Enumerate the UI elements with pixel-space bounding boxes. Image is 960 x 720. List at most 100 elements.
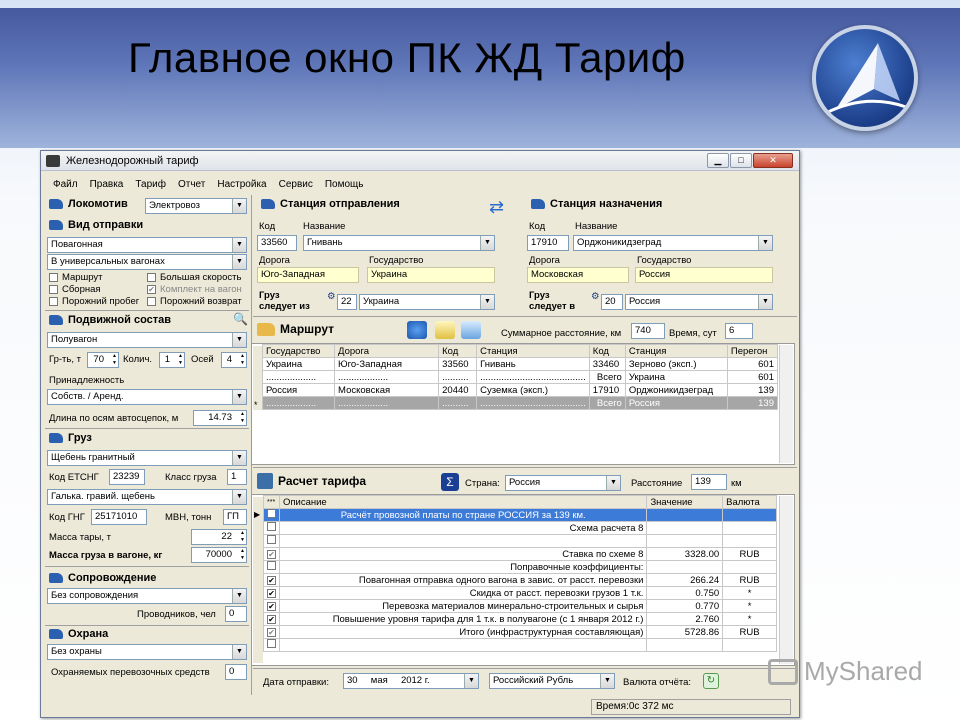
check-wagon-set[interactable]: ✔ Комплект на вагон (147, 284, 242, 295)
refresh-icon[interactable]: ↻ (703, 673, 719, 689)
book-icon (531, 199, 545, 209)
guides-field[interactable]: 0 (225, 606, 247, 622)
dep-via-country-select[interactable]: Украина ▼ (359, 294, 495, 310)
check-empty-run[interactable]: Порожний пробег (49, 296, 139, 307)
table-row[interactable]: Схема расчета 8 (263, 521, 777, 535)
col-station-header[interactable]: Станция (476, 344, 590, 358)
table-row[interactable]: ✔ Ставка по схеме 8 3328.00 RUB (263, 547, 777, 561)
arr-station-select[interactable]: Орджоникидзеград ▼ (573, 235, 773, 251)
swap-stations-icon[interactable]: ⇄ (489, 197, 504, 218)
mvn-field[interactable]: ГП (223, 509, 247, 525)
dep-via-code[interactable]: 22 (337, 294, 357, 310)
col-check-header[interactable]: *** (263, 495, 280, 509)
guarded-means-field[interactable]: 0 (225, 664, 247, 680)
maximize-button[interactable]: □ (730, 153, 752, 168)
col-leg-header[interactable]: Перегон (726, 344, 779, 358)
row-checkbox[interactable]: ✔ (263, 599, 280, 613)
cargo-select[interactable]: Щебень гранитный ▼ (47, 450, 247, 466)
row-checkbox[interactable] (263, 521, 280, 535)
close-button[interactable]: ✕ (753, 153, 793, 168)
length-stepper[interactable]: 14.73 (193, 410, 247, 426)
calculate-route-icon[interactable] (407, 321, 427, 339)
wagon-type-select[interactable]: В универсальных вагонах ▼ (47, 254, 247, 270)
etsng-field[interactable]: 23239 (109, 469, 145, 485)
row-checkbox[interactable] (263, 560, 280, 574)
menu-help[interactable]: Помощь (319, 177, 370, 193)
col-currency-header[interactable]: Валюта (722, 495, 777, 509)
ship-date-picker[interactable]: 30 мая 2012 г. ▼ (343, 673, 479, 689)
col-state-header[interactable]: Государство (261, 344, 336, 358)
table-row[interactable]: ........................................… (261, 370, 779, 384)
row-checkbox[interactable]: ✔ (263, 547, 280, 561)
check-mixed[interactable]: Сборная (49, 284, 101, 295)
route-scrollbar[interactable] (779, 345, 793, 463)
table-row[interactable]: Россия Московская 20440 Суземка (эксп.) 1791… (261, 383, 779, 397)
dep-station-select[interactable]: Гнивань ▼ (303, 235, 495, 251)
row-checkbox[interactable]: ✔ (263, 586, 280, 600)
row-checkbox[interactable] (263, 534, 280, 548)
menu-file[interactable]: Файл (47, 177, 84, 193)
check-empty-return[interactable]: Порожний возврат (147, 296, 242, 307)
table-row[interactable] (263, 638, 777, 652)
table-row[interactable]: ✔ Перевозка материалов минерально-строит… (263, 599, 777, 613)
route-details-icon[interactable] (461, 321, 481, 339)
table-row[interactable]: ✔ Повышение уровня тарифа для 1 т.к. в п… (263, 612, 777, 626)
country-select[interactable]: Россия ▼ (505, 475, 621, 491)
check-high-speed[interactable]: Большая скорость (147, 272, 241, 283)
row-checkbox[interactable]: ✔ (263, 612, 280, 626)
escort-select[interactable]: Без сопровождения ▼ (47, 588, 247, 604)
table-row[interactable]: Расчёт провозной платы по стране РОССИЯ … (263, 508, 777, 522)
col-description-header[interactable]: Описание (278, 495, 648, 509)
sum-icon[interactable]: Σ (441, 473, 459, 491)
menu-report[interactable]: Отчет (172, 177, 211, 193)
table-row[interactable]: ........................................… (261, 396, 779, 410)
check-route[interactable]: Маршрут (49, 272, 103, 283)
row-checkbox[interactable] (263, 508, 280, 522)
gng-field[interactable]: 25171010 (91, 509, 147, 525)
table-row[interactable] (263, 534, 777, 548)
menu-settings[interactable]: Настройка (211, 177, 272, 193)
row-checkbox[interactable]: ✔ (263, 573, 280, 587)
table-row[interactable]: ✔ Повагонная отправка одного вагона в за… (263, 573, 777, 587)
col-station2-header[interactable]: Станция (624, 344, 728, 358)
dep-code-field[interactable]: 33560 (257, 235, 297, 251)
menu-service[interactable]: Сервис (273, 177, 319, 193)
arr-via-country-select[interactable]: Россия ▼ (625, 294, 773, 310)
tariff-scrollbar[interactable] (779, 496, 793, 664)
arr-via-code[interactable]: 20 (601, 294, 623, 310)
rolling-stock-select[interactable]: Полувагон ▼ (47, 332, 247, 348)
count-stepper[interactable]: 1 (159, 352, 185, 368)
divider (253, 316, 797, 317)
axles-stepper[interactable]: 4 (221, 352, 247, 368)
row-checkbox[interactable]: ✔ (263, 625, 280, 639)
edit-route-icon[interactable] (435, 321, 455, 339)
menu-edit[interactable]: Правка (84, 177, 130, 193)
currency-select[interactable]: Российский Рубль ▼ (489, 673, 615, 689)
cargo-mass-stepper[interactable]: 70000 (191, 547, 247, 563)
table-row[interactable]: ✔ Итого (инфраструктурная составляющая) 5… (263, 625, 777, 639)
escort-header: Сопровождение (49, 572, 156, 584)
menu-tariff[interactable]: Тариф (129, 177, 172, 193)
arr-code-field[interactable]: 17910 (527, 235, 569, 251)
cargo-class-field[interactable]: 1 (227, 469, 247, 485)
tare-stepper[interactable]: 22 (191, 529, 247, 545)
capacity-stepper[interactable]: 70 (87, 352, 119, 368)
gng-name-select[interactable]: Галька. гравий. щебень ▼ (47, 489, 247, 505)
ownership-label: Принадлежность (49, 375, 125, 386)
table-row[interactable]: Поправочные коэффициенты: (263, 560, 777, 574)
divider (45, 625, 249, 626)
table-row[interactable]: ✔ Скидка от расст. перевозки грузов 1 т.… (263, 586, 777, 600)
col-value-header[interactable]: Значение (646, 495, 724, 509)
col-code2-header[interactable]: Код (588, 344, 626, 358)
table-row[interactable]: Украина Юго-Западная 33560 Гнивань 33460 Зерн… (261, 357, 779, 371)
minimize-button[interactable]: ▁ (707, 153, 729, 168)
guard-select[interactable]: Без охраны ▼ (47, 644, 247, 660)
count-label: Колич. (123, 354, 153, 365)
col-road-header[interactable]: Дорога (334, 344, 440, 358)
search-icon[interactable]: 🔍 (233, 312, 248, 326)
row-checkbox[interactable] (263, 638, 280, 652)
locomotive-select[interactable]: Электровоз ▼ (145, 198, 247, 214)
ownership-select[interactable]: Собств. / Аренд. ▼ (47, 389, 247, 405)
shipment-type-select[interactable]: Повагонная ▼ (47, 237, 247, 253)
col-code-header[interactable]: Код (438, 344, 478, 358)
